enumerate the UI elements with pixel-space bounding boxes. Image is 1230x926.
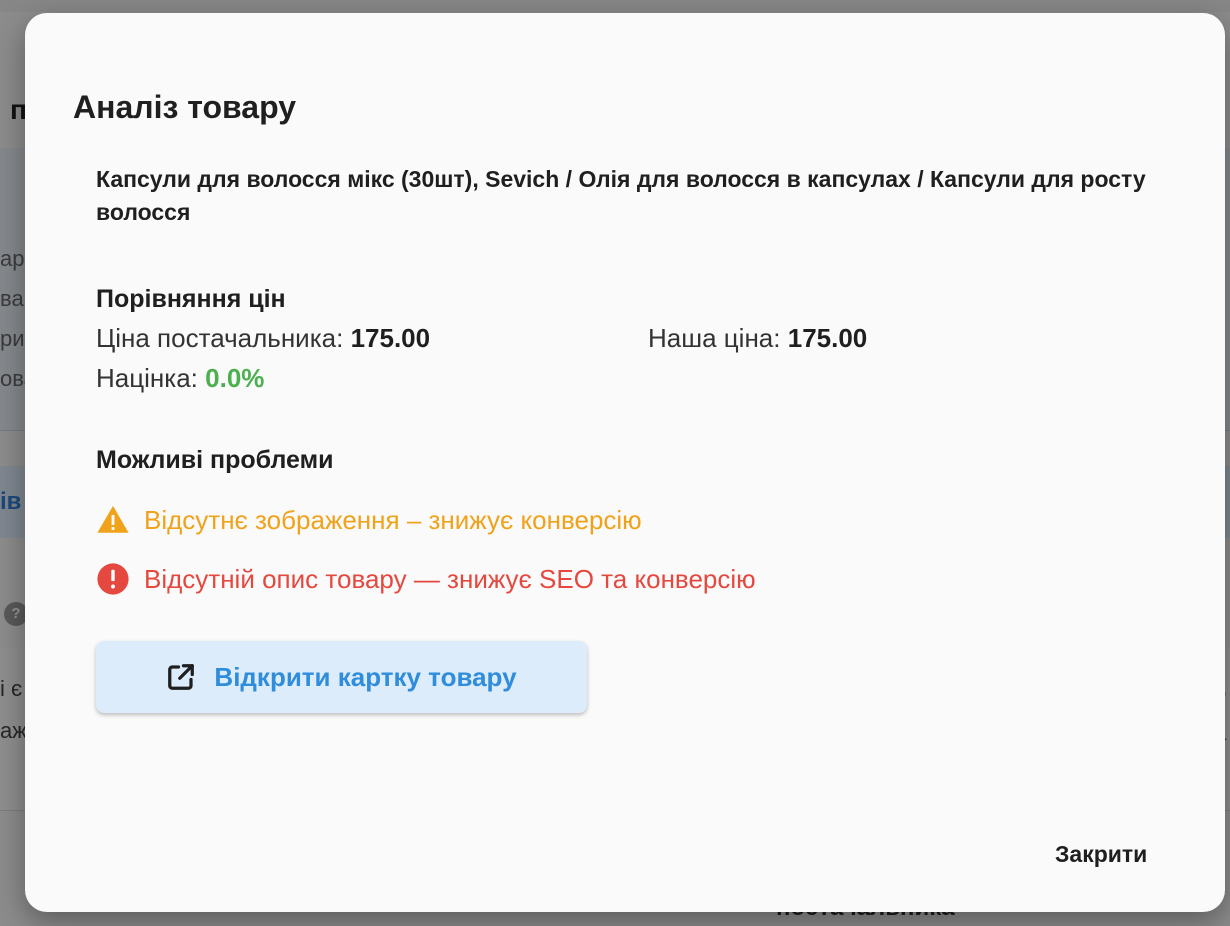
price-comparison-title: Порівняння цін [96,285,286,313]
issue-warning: Відсутнє зображення – знижує конверсію [96,503,642,537]
issue-text: Відсутній опис товару — знижує SEO та ко… [144,563,756,594]
markup-value: 0.0% [205,363,265,393]
issue-text: Відсутнє зображення – знижує конверсію [144,504,642,535]
error-circle-icon [97,563,129,595]
open-product-card-label: Відкрити картку товару [214,661,517,692]
supplier-price-label: Ціна постачальника: [96,323,344,353]
external-link-icon [168,664,195,690]
product-name: Капсули для волосся мікс (30шт), Sevich … [96,166,1146,225]
possible-issues-title: Можливі проблеми [96,446,334,474]
supplier-price: Ціна постачальника: 175.00 [96,323,430,354]
markup: Націнка: 0.0% [96,363,264,394]
our-price: Наша ціна: 175.00 [648,323,867,354]
close-button[interactable]: Закрити [1045,835,1157,874]
our-price-label: Наша ціна: [648,323,781,353]
dialog-title: Аналіз товару [73,89,297,125]
product-analysis-dialog: Аналіз товару Капсули для волосся мікс (… [25,13,1225,912]
markup-label: Націнка: [96,363,198,393]
issue-error: Відсутній опис товару — знижує SEO та ко… [96,562,756,596]
supplier-price-value: 175.00 [350,323,431,353]
open-product-card-button[interactable]: Відкрити картку товару [96,641,587,713]
our-price-value: 175.00 [787,323,868,353]
warning-triangle-icon [97,505,129,533]
